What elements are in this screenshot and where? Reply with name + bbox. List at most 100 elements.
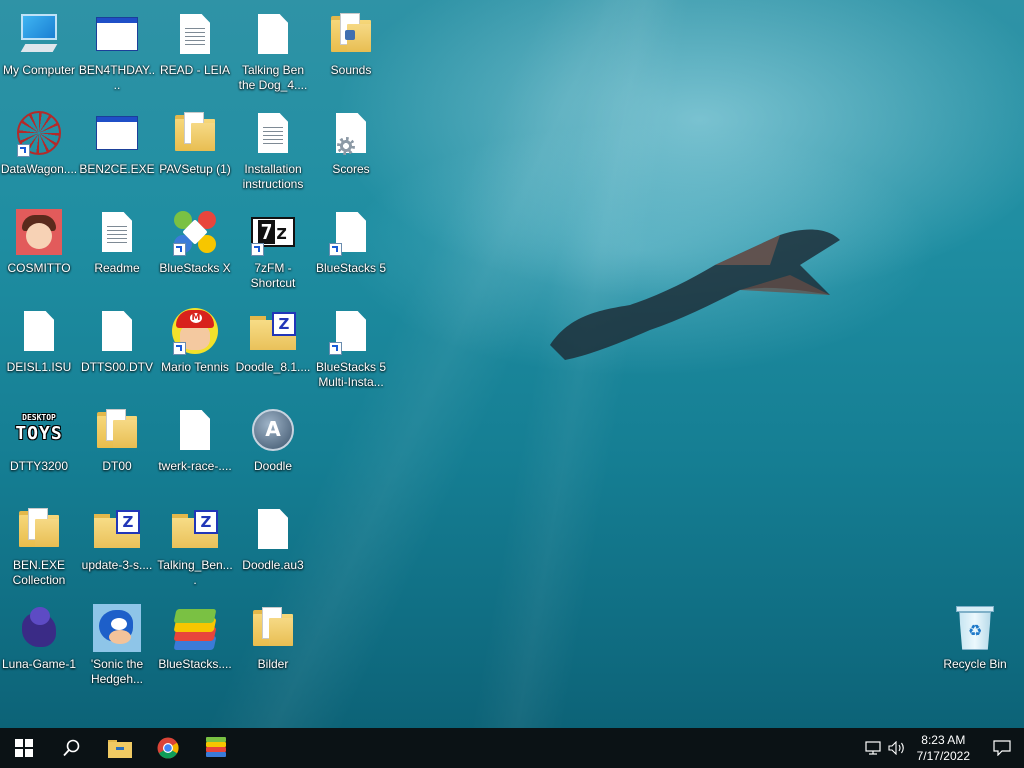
zip-folder-icon: Z (94, 510, 140, 548)
application-window-icon (96, 17, 138, 51)
shortcut-arrow-icon (17, 144, 30, 157)
desktop-icon-label: Scores (332, 162, 370, 176)
desktop-icon-label: BEN4THDAY.... (78, 63, 156, 92)
bluestacks-icon (172, 606, 218, 650)
desktop-icon-update-3[interactable]: Z update-3-s.... (78, 505, 156, 573)
clock-date: 7/17/2022 (916, 749, 970, 763)
desktop-icon-scores[interactable]: Scores (312, 109, 390, 177)
desktop-icon-my-computer[interactable]: My Computer (0, 10, 78, 78)
desktop-icon-label: DT00 (102, 459, 132, 473)
blank-file-icon (258, 14, 288, 54)
desktop-icon-label: twerk-race-.... (158, 459, 232, 473)
desktop-icon-label: DataWagon.... (0, 162, 78, 176)
desktop-icon-twerk-race[interactable]: twerk-race-.... (156, 406, 234, 474)
desktop-icon-label: update-3-s.... (81, 558, 153, 572)
windows-start-icon (15, 739, 33, 757)
desktop-icon-label: BEN.EXE Collection (12, 558, 66, 587)
desktop-icon-label: Sounds (330, 63, 372, 77)
text-file-icon (258, 113, 288, 153)
desktop-icon-label: Doodle.au3 (242, 558, 304, 572)
search-icon (63, 739, 80, 757)
desktop-icon-recycle-bin[interactable]: ♻ Recycle Bin (936, 604, 1014, 672)
desktop-icon-installation-instructions[interactable]: Installation instructions (234, 109, 312, 192)
desktop-icon-bluestacks[interactable]: BlueStacks.... (156, 604, 234, 672)
desktop-icon-bluestacks-x[interactable]: BlueStacks X (156, 208, 234, 276)
desktop-icon-ben4thday[interactable]: BEN4THDAY.... (78, 10, 156, 93)
desktop-icon-talking-ben[interactable]: Talking Ben the Dog_4.... (234, 10, 312, 93)
volume-button[interactable] (885, 728, 909, 768)
notification-button[interactable] (980, 728, 1024, 768)
desktop-icon-cosmitto[interactable]: COSMITTO (0, 208, 78, 276)
chrome-button[interactable] (144, 728, 192, 768)
desktop-icon-label: BlueStacks X (159, 261, 231, 275)
desktop-icon-bluestacks-5-multi[interactable]: BlueStacks 5 Multi-Insta... (312, 307, 390, 390)
text-file-icon (180, 14, 210, 54)
desktop-icon-label: DEISL1.ISU (6, 360, 72, 374)
folder-icon (331, 14, 371, 52)
file-explorer-button[interactable] (96, 728, 144, 768)
desktop-icon-bluestacks-5[interactable]: BlueStacks 5 (312, 208, 390, 276)
file-explorer-icon (108, 740, 132, 758)
gear-icon (337, 137, 355, 155)
desktop-icon-read-leia[interactable]: READ - LEIA (156, 10, 234, 78)
desktop-icon-label: BlueStacks.... (158, 657, 232, 671)
autoit-icon (252, 409, 294, 451)
desktop-icon-doodle-zip[interactable]: Z Doodle_8.1.... (234, 307, 312, 375)
desktop-icon-label: My Computer (2, 63, 76, 77)
desktop-icon-dt00[interactable]: DT00 (78, 406, 156, 474)
desktop-icon-sonic[interactable]: 'Sonic the Hedgeh... (78, 604, 156, 687)
zip-folder-icon: Z (250, 312, 296, 350)
shortcut-arrow-icon (251, 243, 264, 256)
cosmitto-avatar-icon (16, 209, 62, 255)
desktop-icon-datawagon[interactable]: DataWagon.... (0, 109, 78, 177)
sonic-icon (93, 604, 141, 652)
wallpaper-diver (550, 229, 840, 360)
computer-icon (17, 12, 61, 56)
desktop-icon-label: READ - LEIA (159, 63, 231, 77)
desktop-icon-ben-exe-collection[interactable]: BEN.EXE Collection (0, 505, 78, 588)
desktop-icon-label: 7zFM - Shortcut (250, 261, 296, 290)
desktop-icon-bilder[interactable]: Bilder (234, 604, 312, 672)
taskbar: 8:23 AM 7/17/2022 (0, 728, 1024, 768)
text-file-icon (102, 212, 132, 252)
clock[interactable]: 8:23 AM 7/17/2022 (917, 732, 970, 764)
desktop-icon-label: COSMITTO (7, 261, 71, 275)
desktop-icon-pavsetup[interactable]: PAVSetup (1) (156, 109, 234, 177)
desktop-icon-ben2ce[interactable]: BEN2CE.EXE (78, 109, 156, 177)
desktop-icon-dtty3200[interactable]: DESKTOP TOYS DTTY3200 (0, 406, 78, 474)
bluestacks-icon (206, 737, 226, 757)
desktop-icon-label: BEN2CE.EXE (79, 162, 155, 176)
shortcut-arrow-icon (329, 342, 342, 355)
chrome-icon (157, 737, 179, 759)
start-button[interactable] (0, 728, 48, 768)
desktop-icon-label: 'Sonic the Hedgeh... (90, 657, 144, 686)
desktop-icon-dtts00[interactable]: DTTS00.DTV (78, 307, 156, 375)
search-button[interactable] (48, 728, 96, 768)
application-window-icon (96, 116, 138, 150)
desktop-icon-talking-ben-zip[interactable]: Z Talking_Ben.... (156, 505, 234, 588)
desktop-icon-label: Luna-Game-1 (1, 657, 77, 671)
bluestacks-taskbar-button[interactable] (192, 728, 240, 768)
desktop-icon-readme[interactable]: Readme (78, 208, 156, 276)
desktop-icon-label: DTTY3200 (9, 459, 69, 473)
shortcut-arrow-icon (173, 342, 186, 355)
desktop-icon-label: Talking Ben the Dog_4.... (238, 63, 308, 92)
blank-file-icon (258, 509, 288, 549)
desktop-icon-doodle[interactable]: Doodle (234, 406, 312, 474)
desktop-icon-mario-tennis[interactable]: M Mario Tennis (156, 307, 234, 375)
desktop-icon-luna-game[interactable]: Luna-Game-1 (0, 604, 78, 672)
desktop-icon-label: Doodle_8.1.... (235, 360, 311, 374)
desktop-icon-deisl1[interactable]: DEISL1.ISU (0, 307, 78, 375)
blank-file-icon (180, 410, 210, 450)
desktop-icon-label: BlueStacks 5 (315, 261, 387, 275)
zip-folder-icon: Z (172, 510, 218, 548)
network-button[interactable] (861, 728, 885, 768)
volume-icon (888, 741, 904, 755)
desktop-icon-label: Readme (94, 261, 140, 275)
desktop-icon-7zfm-shortcut[interactable]: 7z 7zFM - Shortcut (234, 208, 312, 291)
desktop-icon-sounds[interactable]: Sounds (312, 10, 390, 78)
desktop-icon-doodle-au3[interactable]: Doodle.au3 (234, 505, 312, 573)
desktop-icon-label: Talking_Ben.... (157, 558, 233, 587)
desktop-icon-label: DTTS00.DTV (80, 360, 153, 374)
network-icon (865, 741, 881, 755)
